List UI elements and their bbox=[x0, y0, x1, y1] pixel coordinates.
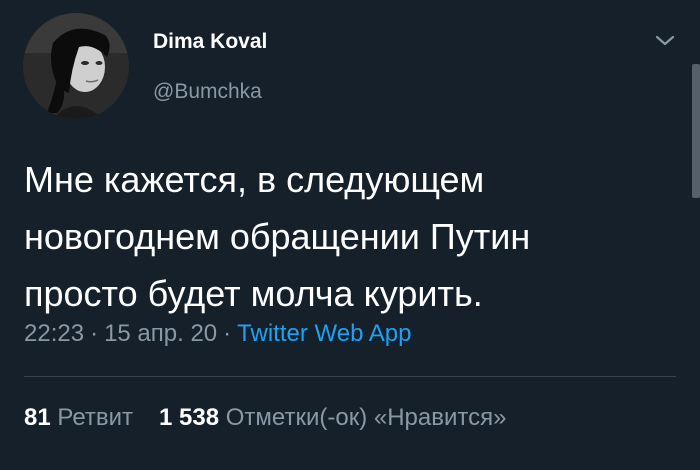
likes-label: Отметки(-ок) «Нравится» bbox=[225, 404, 507, 431]
chevron-down-icon[interactable] bbox=[653, 32, 677, 50]
author-handle[interactable]: @Bumchka bbox=[153, 80, 262, 104]
tweet-stats: 81 Ретвит 1 538 Отметки(-ок) «Нравится» bbox=[24, 404, 506, 432]
user-avatar-photo-icon bbox=[23, 13, 129, 119]
meta-separator: · bbox=[223, 320, 232, 347]
scrollbar-thumb[interactable] bbox=[692, 64, 700, 198]
tweet-date[interactable]: 15 апр. 20 bbox=[104, 320, 217, 347]
tweet-text-line: Мне кажется, в следующем bbox=[24, 159, 485, 200]
tweet-text-line: новогоднем обращении Путин bbox=[24, 216, 531, 257]
likes-stat[interactable]: 1 538 Отметки(-ок) «Нравится» bbox=[159, 404, 506, 431]
meta-separator: · bbox=[90, 320, 99, 347]
retweets-stat[interactable]: 81 Ретвит bbox=[24, 404, 133, 431]
author-display-name[interactable]: Dima Koval bbox=[153, 30, 267, 54]
tweet-text: Мне кажется, в следующем новогоднем обра… bbox=[24, 151, 664, 322]
tweet-text-line: просто будет молча курить. bbox=[24, 273, 483, 314]
likes-count: 1 538 bbox=[159, 404, 220, 431]
tweet-meta: 22:23 · 15 апр. 20 · Twitter Web App bbox=[24, 320, 411, 348]
retweets-count: 81 bbox=[24, 404, 51, 431]
retweets-label: Ретвит bbox=[57, 404, 134, 431]
avatar[interactable] bbox=[23, 13, 129, 119]
tweet-source-link[interactable]: Twitter Web App bbox=[237, 320, 411, 347]
divider bbox=[24, 376, 676, 377]
tweet-detail: Dima Koval @Bumchka Мне кажется, в следу… bbox=[0, 0, 700, 470]
tweet-time[interactable]: 22:23 bbox=[24, 320, 84, 347]
